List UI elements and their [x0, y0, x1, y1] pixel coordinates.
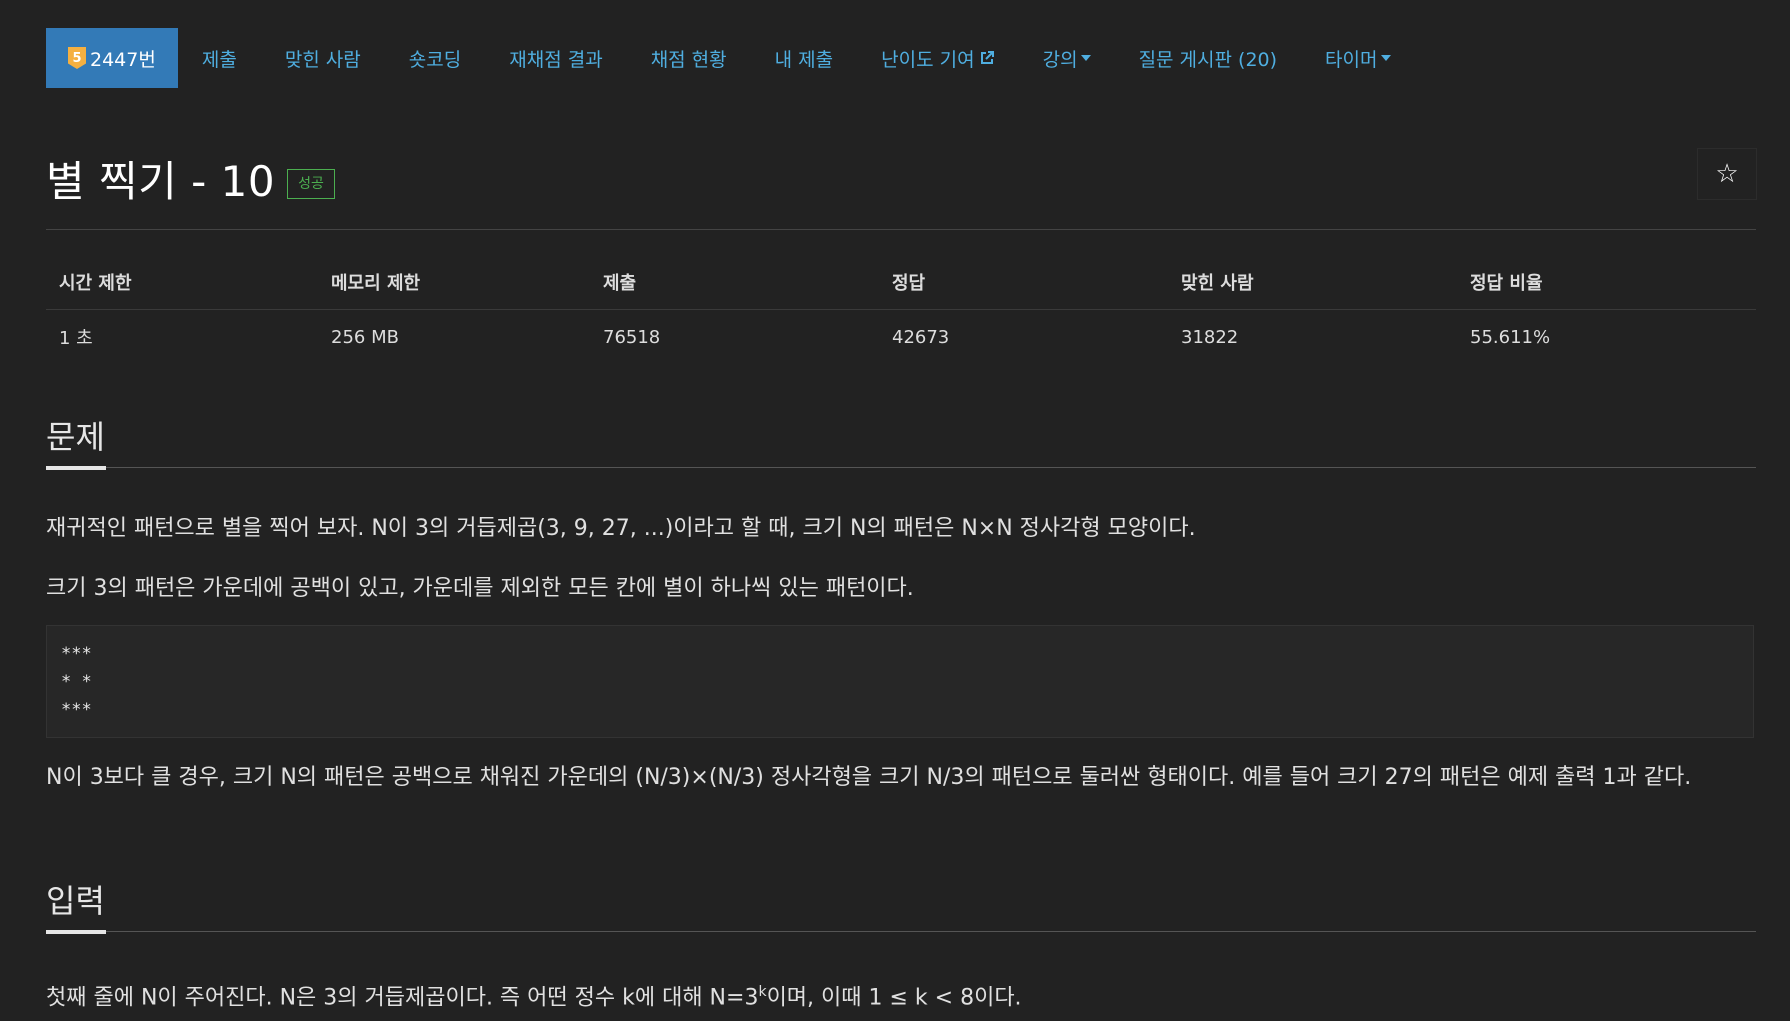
description-paragraph-1: 재귀적인 패턴으로 별을 찍어 보자. N이 3의 거듭제곱(3, 9, 27,… [46, 516, 1196, 541]
description-heading: 문제 [46, 418, 105, 456]
accepted-value: 42673 [892, 326, 950, 348]
tab-rejudge-results[interactable]: 재채점 결과 [485, 28, 626, 88]
header-time-limit: 시간 제한 [46, 263, 318, 310]
time-limit-value: 1 초 [59, 328, 93, 349]
input-heading: 입력 [46, 882, 105, 920]
input-text-before: 첫째 줄에 N이 주어진다. N은 3의 거듭제곱이다. 즉 어떤 정수 k에 … [46, 985, 759, 1011]
table-header-row: 시간 제한 메모리 제한 제출 정답 맞힌 사람 정답 비율 [46, 263, 1756, 310]
input-heading-underline [46, 930, 106, 934]
tab-problem[interactable]: 5 2447번 [46, 28, 178, 88]
problem-menu: 5 2447번 제출 맞힌 사람 숏코딩 재채점 결과 채점 현황 내 제출 난… [46, 28, 1415, 88]
tab-solved-users[interactable]: 맞힌 사람 [261, 28, 385, 88]
header-submissions: 제출 [590, 263, 879, 310]
difficulty-contribution-label: 난이도 기여 [881, 48, 975, 71]
tab-difficulty-contribution[interactable]: 난이도 기여 [857, 28, 1018, 88]
accept-ratio-value: 55.611% [1470, 326, 1551, 348]
input-divider [46, 931, 1756, 932]
star-icon: ☆ [1715, 159, 1739, 189]
tab-question-board[interactable]: 질문 게시판 (20) [1115, 28, 1301, 88]
description-paragraph-3: N이 3보다 클 경우, 크기 N의 패턴은 공백으로 채워진 가운데의 (N/… [46, 765, 1692, 790]
page: 5 2447번 제출 맞힌 사람 숏코딩 재채점 결과 채점 현황 내 제출 난… [0, 0, 1790, 1021]
table-row: 1 초 256 MB 76518 42673 31822 55.611% [46, 310, 1756, 361]
caret-down-icon [1080, 55, 1091, 61]
header-accepted: 정답 [879, 263, 1168, 310]
header-memory-limit: 메모리 제한 [318, 263, 590, 310]
favorite-star-button[interactable]: ☆ [1697, 148, 1757, 200]
memory-limit-value: 256 MB [331, 326, 399, 348]
submissions-value: 76518 [603, 326, 661, 348]
description-heading-underline [46, 466, 106, 470]
tab-judge-status[interactable]: 채점 현황 [627, 28, 751, 88]
input-exponent: k [758, 984, 767, 1000]
problem-id-label: 2447번 [90, 48, 156, 71]
tab-my-submissions[interactable]: 내 제출 [751, 28, 857, 88]
caret-down-icon [1380, 55, 1391, 61]
lectures-label: 강의 [1042, 48, 1078, 71]
problem-title: 별 찍기 - 10 [46, 157, 276, 206]
pattern-example-block: *** * * *** [46, 625, 1754, 738]
description-paragraph-2: 크기 3의 패턴은 가운데에 공백이 있고, 가운데를 제외한 모든 칸에 별이… [46, 576, 914, 601]
solved-users-value: 31822 [1181, 326, 1239, 348]
tier-badge-icon: 5 [68, 47, 86, 69]
timer-label: 타이머 [1325, 48, 1378, 71]
solved-status-badge: 성공 [287, 168, 335, 199]
tab-timer-dropdown[interactable]: 타이머 [1301, 28, 1414, 88]
input-paragraph: 첫째 줄에 N이 주어진다. N은 3의 거듭제곱이다. 즉 어떤 정수 k에 … [46, 970, 1756, 1020]
description-divider [46, 467, 1756, 468]
tab-submit[interactable]: 제출 [178, 28, 261, 88]
problem-info-table: 시간 제한 메모리 제한 제출 정답 맞힌 사람 정답 비율 1 초 256 M… [46, 263, 1756, 360]
header-accept-ratio: 정답 비율 [1457, 263, 1756, 310]
input-text-after: 이며, 이때 1 ≤ k < 8이다. [766, 985, 1022, 1011]
tab-short-coding[interactable]: 숏코딩 [385, 28, 485, 88]
external-link-icon [980, 51, 994, 64]
title-divider [46, 229, 1756, 230]
header-solved-users: 맞힌 사람 [1168, 263, 1457, 310]
title-row: 별 찍기 - 10 성공 [46, 148, 335, 209]
tab-lectures-dropdown[interactable]: 강의 [1019, 28, 1115, 88]
